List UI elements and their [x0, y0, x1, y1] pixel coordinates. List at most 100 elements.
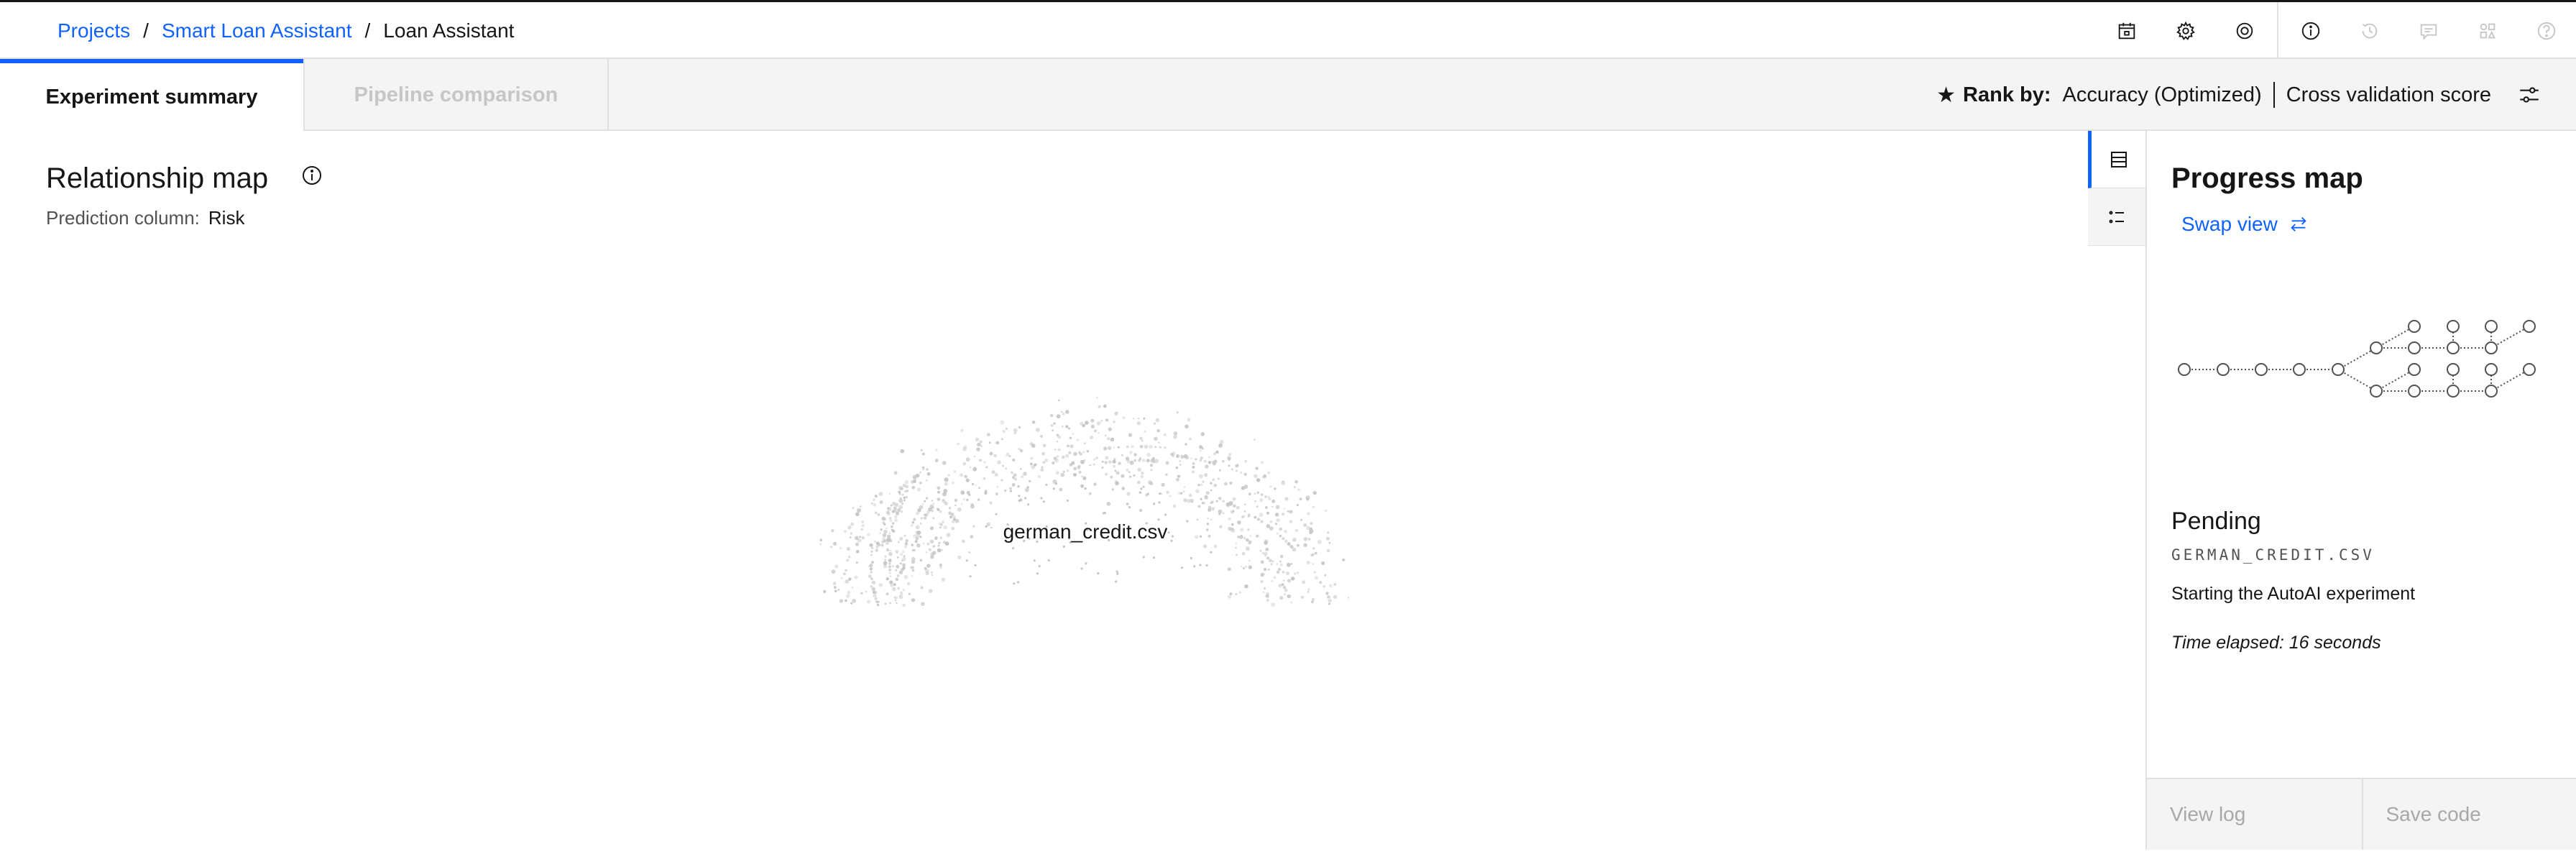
relationship-dot	[886, 541, 889, 546]
tab-pipeline-comparison[interactable]: Pipeline comparison	[303, 59, 609, 131]
relationship-dot	[986, 433, 990, 436]
relationship-dot	[1283, 508, 1286, 510]
relationship-dot	[1199, 445, 1203, 449]
relationship-dot	[960, 473, 963, 477]
relationship-dot	[947, 474, 950, 477]
relationship-dot	[1154, 446, 1156, 449]
relationship-dot	[888, 532, 891, 535]
relationship-dot	[1233, 504, 1236, 508]
relationship-dot	[1204, 473, 1208, 477]
relationship-dot	[1052, 429, 1054, 431]
relationship-dot	[1129, 451, 1133, 454]
relationship-dot	[1057, 455, 1059, 458]
breadcrumb-project[interactable]: Smart Loan Assistant	[162, 19, 352, 42]
relationship-dot	[1230, 468, 1233, 471]
relationship-dot	[904, 480, 908, 485]
relationship-dot	[1282, 586, 1287, 589]
relationship-dot	[1260, 560, 1264, 564]
relationship-dot	[1180, 492, 1183, 495]
save-code-button[interactable]: Save code	[2361, 779, 2576, 850]
relationship-dot	[1205, 564, 1208, 567]
relationship-dot	[1262, 591, 1265, 594]
prediction-column-value: Risk	[208, 207, 245, 229]
panel-view-button[interactable]	[2088, 131, 2145, 188]
apps-icon[interactable]	[2458, 2, 2517, 59]
dataset-node-label[interactable]: german_credit.csv	[934, 520, 1236, 543]
relationship-dot	[1170, 452, 1174, 456]
relationship-dot	[1090, 436, 1094, 440]
relationship-dot	[1325, 510, 1327, 512]
relationship-dot	[948, 507, 952, 510]
relationship-dot	[854, 575, 858, 579]
breadcrumb-projects[interactable]: Projects	[58, 19, 130, 42]
relationship-dot	[1156, 429, 1160, 433]
progress-node	[2447, 363, 2460, 376]
relationship-dot	[1230, 510, 1234, 514]
calendar-icon[interactable]	[2097, 2, 2156, 59]
relationship-dot	[1211, 507, 1215, 511]
relationship-dot	[1265, 547, 1269, 551]
sliders-icon[interactable]	[2517, 83, 2542, 107]
relationship-dot	[960, 428, 964, 432]
relationship-dot	[1139, 458, 1142, 461]
relationship-dot	[1139, 444, 1144, 449]
relationship-dot	[1098, 405, 1101, 408]
relationship-dot	[1149, 464, 1154, 467]
relationship-dot	[1187, 418, 1191, 422]
history-icon[interactable]	[2340, 2, 2399, 59]
list-view-button[interactable]	[2088, 188, 2145, 246]
relationship-dot	[1038, 564, 1041, 568]
relationship-dot	[928, 548, 932, 551]
relationship-dot	[870, 546, 874, 550]
relationship-dot	[1297, 543, 1300, 547]
progress-edge	[2337, 347, 2377, 370]
relationship-dot	[888, 565, 891, 569]
info-icon[interactable]	[2281, 2, 2340, 59]
relationship-dot	[1126, 492, 1131, 496]
gear-icon[interactable]	[2156, 2, 2215, 59]
view-log-button[interactable]: View log	[2147, 779, 2362, 850]
relationship-dot	[1261, 552, 1264, 555]
relationship-dot	[1169, 495, 1172, 497]
swap-view-link[interactable]: Swap view	[2181, 213, 2309, 236]
chat-icon[interactable]	[2399, 2, 2458, 59]
relationship-dot	[896, 564, 900, 569]
relationship-dot	[1195, 489, 1200, 494]
relationship-dot	[1034, 463, 1037, 467]
relationship-dot	[1303, 543, 1307, 548]
relationship-dot	[1211, 460, 1215, 464]
relationship-dot	[1008, 455, 1011, 458]
relationship-dot	[1284, 497, 1289, 501]
progress-node	[2408, 320, 2421, 333]
progress-node	[2255, 363, 2268, 376]
relationship-dot	[1069, 436, 1072, 440]
relationship-dot	[871, 561, 875, 564]
help-icon[interactable]	[2517, 2, 2576, 59]
relationship-dot	[1289, 520, 1293, 524]
relationship-dot	[919, 472, 921, 474]
relationship-dot	[1084, 487, 1087, 490]
tab-experiment-summary[interactable]: Experiment summary	[0, 59, 303, 131]
relationship-dot	[884, 602, 887, 605]
relationship-dot	[1082, 451, 1085, 454]
relationship-dot	[1325, 592, 1329, 595]
relationship-dot	[888, 571, 891, 574]
relationship-dot	[851, 587, 854, 589]
relationship-dot	[1239, 471, 1243, 474]
relationship-dot	[1144, 430, 1146, 433]
relationship-dot	[930, 571, 933, 574]
relationship-dot	[942, 500, 947, 504]
relationship-dot	[898, 594, 903, 600]
relationship-dot	[1042, 444, 1046, 448]
target-icon[interactable]	[2215, 2, 2274, 59]
relationship-dot	[915, 473, 920, 478]
info-icon[interactable]	[300, 164, 323, 187]
relationship-dot	[1140, 487, 1143, 490]
relationship-dot	[891, 528, 894, 532]
progress-node	[2447, 320, 2460, 333]
relationship-dot	[878, 492, 883, 497]
relationship-dot	[1264, 506, 1268, 509]
relationship-dot	[1282, 480, 1284, 483]
relationship-dot	[924, 516, 927, 520]
relationship-dot	[857, 508, 861, 513]
